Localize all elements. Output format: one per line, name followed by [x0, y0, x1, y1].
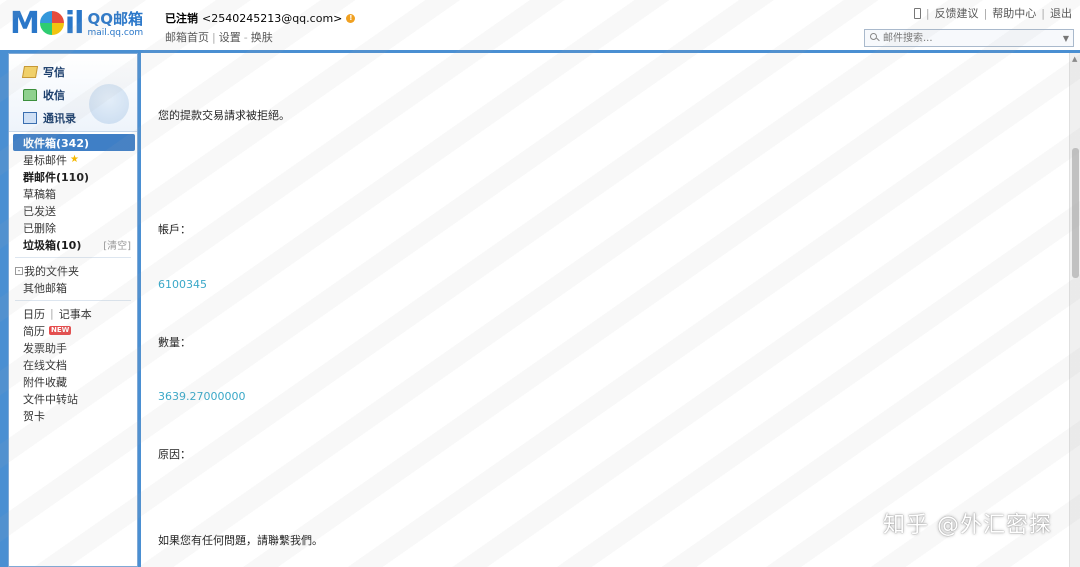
- folder-drafts[interactable]: 草稿箱: [9, 185, 137, 202]
- folder-inbox[interactable]: 收件箱(342): [13, 134, 135, 151]
- link-skin[interactable]: 换肤: [251, 31, 273, 44]
- divider: [15, 257, 131, 258]
- collapse-icon[interactable]: -: [15, 266, 23, 275]
- folder-spam[interactable]: 垃圾箱(10) [清空]: [9, 236, 137, 253]
- rejection-message: 您的提款交易請求被拒絕。: [158, 109, 290, 122]
- folder-starred[interactable]: 星标邮件 ★: [9, 151, 137, 168]
- pencil-icon: [21, 65, 39, 78]
- contacts-icon: [23, 111, 37, 124]
- penguin-mascot: [89, 84, 129, 124]
- folder-sent[interactable]: 已发送: [9, 202, 137, 219]
- contact-message: 如果您有任何問題，請聯繫我們。: [158, 534, 323, 547]
- star-icon: ★: [70, 154, 79, 165]
- folder-group[interactable]: 群邮件(110): [9, 168, 137, 185]
- account-email: <2540245213@qq.com>: [202, 11, 343, 25]
- reason-label: 原因：: [158, 448, 191, 461]
- inbox-icon: [23, 88, 37, 101]
- divider: [15, 300, 131, 301]
- folder-list: 收件箱(342) 星标邮件 ★ 群邮件(110) 草稿箱 已发送 已删除 垃圾箱(…: [9, 132, 137, 424]
- my-folders-label: 我的文件夹: [24, 264, 79, 278]
- logo-o-icon: [39, 11, 64, 35]
- main-frame: 写信 收信 通讯录 收件箱(342) 星标邮件 ★ 群邮件(110) 草稿箱 已发…: [0, 50, 1080, 567]
- app-docs[interactable]: 在线文档: [9, 356, 137, 373]
- amount-value: 3639.27000000: [158, 390, 246, 403]
- link-settings[interactable]: 设置: [219, 31, 241, 44]
- logo-brand: QQ邮箱: [87, 9, 143, 28]
- folder-other-mailboxes[interactable]: 其他邮箱: [9, 279, 137, 296]
- app-invoice[interactable]: 发票助手: [9, 339, 137, 356]
- qq-mail-logo[interactable]: Mil QQ邮箱 mail.qq.com: [10, 6, 143, 42]
- logo-domain: mail.qq.com: [87, 27, 144, 38]
- receive-label: 收信: [43, 88, 65, 102]
- search-icon[interactable]: [869, 30, 883, 46]
- calendar-link[interactable]: 日历: [23, 306, 45, 322]
- logo-mail-wordmark: Mil: [10, 6, 84, 41]
- app-cards[interactable]: 贺卡: [9, 407, 137, 424]
- account-value: 6100345: [158, 278, 207, 291]
- vertical-scrollbar[interactable]: ▲: [1069, 53, 1080, 567]
- header: Mil QQ邮箱 mail.qq.com 已注销 <2540245213@qq.c…: [0, 0, 1080, 50]
- top-links: | 反馈建议 | 帮助中心 | 退出: [913, 5, 1072, 21]
- new-badge: NEW: [49, 326, 72, 335]
- feedback-link[interactable]: 反馈建议: [935, 5, 979, 21]
- corner-watermark: 知乎 @外汇密探: [883, 513, 1052, 538]
- link-mail-home[interactable]: 邮箱首页: [165, 31, 209, 44]
- app-resume[interactable]: 简历 NEW: [9, 322, 137, 339]
- account-info: 已注销 <2540245213@qq.com> ! 邮箱首页 | 设置 - 换肤: [165, 10, 356, 45]
- help-link[interactable]: 帮助中心: [992, 5, 1036, 21]
- scroll-up-icon[interactable]: ▲: [1072, 55, 1077, 63]
- folder-starred-label: 星标邮件: [23, 153, 67, 167]
- app-attachments[interactable]: 附件收藏: [9, 373, 137, 390]
- apps-calendar-notes: 日历 | 记事本: [23, 306, 92, 322]
- contacts-label: 通讯录: [43, 111, 76, 125]
- phone-icon[interactable]: [913, 7, 921, 19]
- resume-label: 简历: [23, 324, 45, 338]
- account-label: 帳戶：: [158, 223, 191, 236]
- quick-actions: 写信 收信 通讯录: [9, 54, 137, 132]
- chevron-down-icon[interactable]: ▼: [1063, 34, 1069, 43]
- compose-button[interactable]: 写信: [21, 60, 137, 83]
- account-name: 已注销: [165, 12, 198, 25]
- compose-label: 写信: [43, 65, 65, 79]
- logout-link[interactable]: 退出: [1050, 5, 1072, 21]
- notes-link[interactable]: 记事本: [59, 306, 92, 322]
- warning-icon[interactable]: !: [346, 13, 356, 23]
- folder-spam-label: 垃圾箱(10): [23, 238, 82, 252]
- mail-search[interactable]: ▼: [864, 29, 1074, 47]
- search-input[interactable]: [883, 31, 1053, 45]
- scroll-thumb[interactable]: [1072, 148, 1079, 278]
- folder-deleted[interactable]: 已删除: [9, 219, 137, 236]
- amount-label: 數量：: [158, 336, 191, 349]
- clear-spam-link[interactable]: [清空]: [103, 237, 131, 252]
- folder-my-folders[interactable]: - 我的文件夹: [9, 262, 137, 279]
- sidebar: 写信 收信 通讯录 收件箱(342) 星标邮件 ★ 群邮件(110) 草稿箱 已发…: [8, 53, 138, 567]
- email-body: 您的提款交易請求被拒絕。 帳戶： 6100345 數量： 3639.270000…: [141, 53, 1069, 567]
- app-file-transfer[interactable]: 文件中转站: [9, 390, 137, 407]
